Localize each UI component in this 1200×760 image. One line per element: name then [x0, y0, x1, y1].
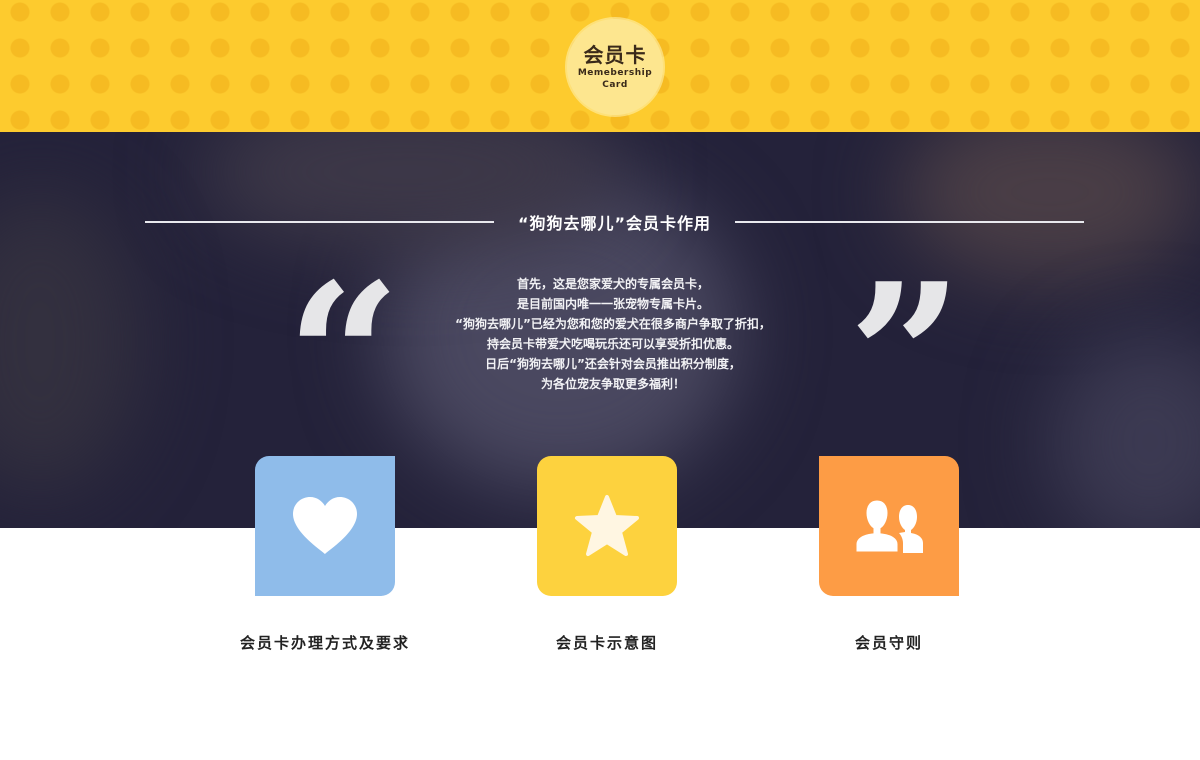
feature-tile-card-application[interactable]: [255, 456, 395, 596]
badge-title: 会员卡: [583, 43, 647, 67]
section-title: “狗狗去哪儿”会员卡作用: [517, 214, 712, 233]
description-paragraph: 首先，这是您家爱犬的专属会员卡， 是目前国内唯一一张宠物专属卡片。 “狗狗去哪儿…: [400, 274, 826, 394]
heading-divider-left: [145, 221, 494, 223]
heading-divider-right: [735, 221, 1085, 223]
badge-subtitle: Memebership Card: [577, 68, 653, 90]
description-line: 持会员卡带爱犬吃喝玩乐还可以享受折扣优惠。: [486, 337, 739, 351]
feature-label-card-application[interactable]: 会员卡办理方式及要求: [175, 632, 475, 653]
heart-icon: [293, 497, 357, 554]
description-line: 是目前国内唯一一张宠物专属卡片。: [516, 297, 709, 311]
star-icon: [575, 495, 639, 556]
feature-label-card-preview[interactable]: 会员卡示意图: [457, 632, 757, 653]
header-banner: 会员卡 Memebership Card: [0, 0, 1200, 132]
feature-label-member-rules[interactable]: 会员守则: [739, 632, 1039, 653]
description-line: 为各位宠友争取更多福利！: [540, 377, 685, 391]
description-line: 日后“狗狗去哪儿”还会针对会员推出积分制度，: [485, 357, 741, 371]
background-blur: [0, 192, 140, 492]
membership-badge: 会员卡 Memebership Card: [567, 19, 663, 115]
feature-tile-card-preview[interactable]: [537, 456, 677, 596]
section-heading: “狗狗去哪儿”会员卡作用: [145, 208, 1085, 236]
open-quote-icon: “: [286, 258, 401, 458]
description-line: “狗狗去哪儿”已经为您和您的爱犬在很多商户争取了折扣，: [455, 317, 771, 331]
people-icon: [853, 497, 923, 555]
close-quote-icon: ”: [848, 258, 963, 458]
background-blur: [1050, 332, 1200, 528]
feature-tile-member-rules[interactable]: [819, 456, 959, 596]
description-line: 首先，这是您家爱犬的专属会员卡，: [516, 277, 709, 291]
